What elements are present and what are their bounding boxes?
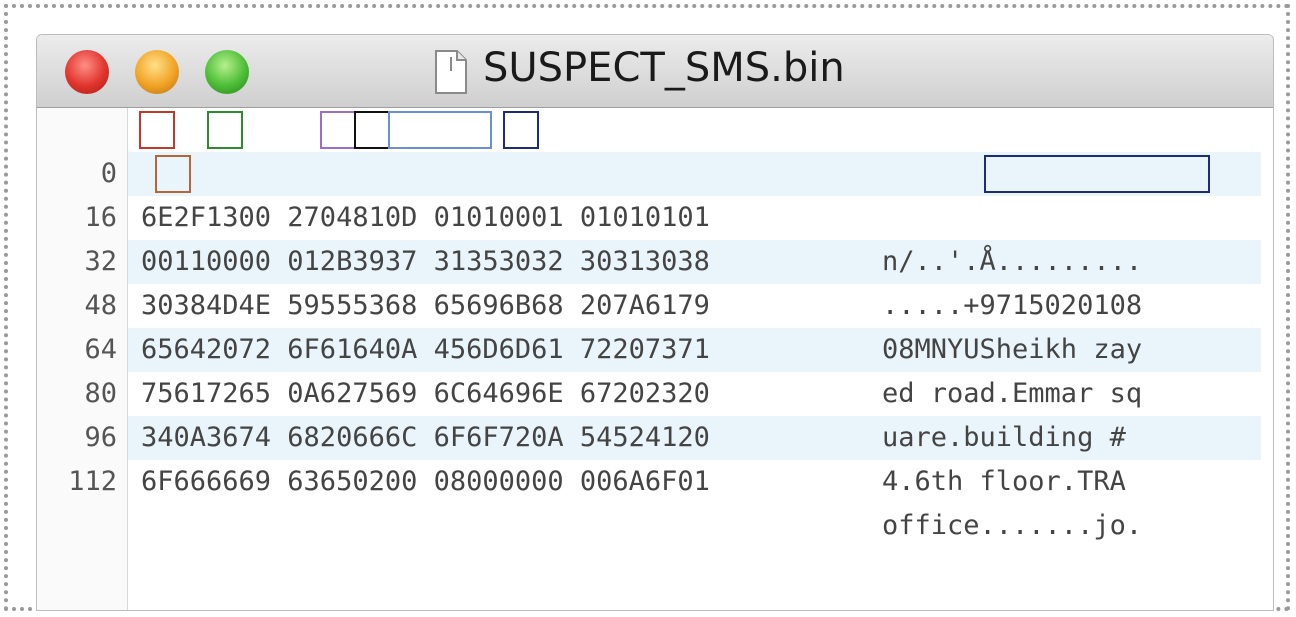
highlight-box bbox=[503, 111, 539, 149]
hex-view[interactable]: 0 6E2F1300 2704810D 01010001 01010101 n/… bbox=[37, 108, 1273, 610]
row-hex[interactable]: 75617265 0A627569 6C64696E 67202320 bbox=[141, 372, 710, 416]
hex-row[interactable]: 96 6F666669 63650200 08000000 006A6F01 o… bbox=[37, 372, 1142, 541]
hex-row[interactable]: 16 00110000 012B3937 31353032 30313038 .… bbox=[37, 152, 1142, 321]
highlight-box bbox=[139, 111, 175, 149]
row-ascii[interactable]: .....+9715020108 bbox=[882, 284, 1142, 328]
title-bar[interactable]: SUSPECT_SMS.bin bbox=[37, 35, 1273, 108]
row-hex[interactable]: 00110000 012B3937 31353032 30313038 bbox=[141, 240, 710, 284]
screenshot-frame: SUSPECT_SMS.bin 0 6E2F1300 2704810D 0101… bbox=[4, 4, 1290, 611]
document-icon bbox=[435, 50, 467, 94]
window-title: SUSPECT_SMS.bin bbox=[483, 45, 845, 91]
hex-row[interactable]: 80 340A3674 6820666C 6F6F720A 54524120 4… bbox=[37, 328, 1125, 497]
row-ascii[interactable]: office.......jo. bbox=[882, 504, 1142, 548]
hex-row[interactable]: 112 bbox=[37, 416, 167, 497]
highlight-box bbox=[320, 111, 356, 149]
highlight-box bbox=[155, 155, 191, 193]
highlight-box bbox=[207, 111, 243, 149]
row-ascii[interactable]: ed road.Emmar sq bbox=[882, 372, 1142, 416]
row-hex[interactable]: 65642072 6F61640A 456D6D61 72207371 bbox=[141, 328, 710, 372]
hex-row[interactable]: 64 75617265 0A627569 6C64696E 67202320 u… bbox=[37, 284, 1125, 453]
highlight-box bbox=[984, 155, 1210, 193]
row-hex[interactable]: 6F666669 63650200 08000000 006A6F01 bbox=[141, 460, 710, 504]
row-ascii[interactable]: 08MNYUSheikh zay bbox=[882, 328, 1142, 372]
close-light-icon[interactable] bbox=[65, 50, 109, 94]
row-hex[interactable]: 340A3674 6820666C 6F6F720A 54524120 bbox=[141, 416, 710, 460]
highlight-box bbox=[388, 111, 492, 149]
minimize-light-icon[interactable] bbox=[135, 50, 179, 94]
row-hex[interactable]: 30384D4E 59555368 65696B68 207A6179 bbox=[141, 284, 710, 328]
hex-row[interactable]: 48 65642072 6F61640A 456D6D61 72207371 e… bbox=[37, 240, 1142, 409]
hex-row[interactable]: 32 30384D4E 59555368 65696B68 207A6179 0… bbox=[37, 196, 1142, 365]
zoom-light-icon[interactable] bbox=[205, 50, 249, 94]
hex-editor-window: SUSPECT_SMS.bin 0 6E2F1300 2704810D 0101… bbox=[36, 34, 1274, 611]
row-ascii[interactable]: 4.6th floor.TRA bbox=[882, 460, 1142, 504]
row-offset: 112 bbox=[68, 466, 117, 497]
highlight-box bbox=[354, 111, 390, 149]
row-hex[interactable]: 6E2F1300 2704810D 01010001 01010101 bbox=[141, 196, 710, 240]
row-ascii[interactable]: n/..'.Å......... bbox=[882, 240, 1142, 284]
row-ascii[interactable]: uare.building # bbox=[882, 416, 1142, 460]
